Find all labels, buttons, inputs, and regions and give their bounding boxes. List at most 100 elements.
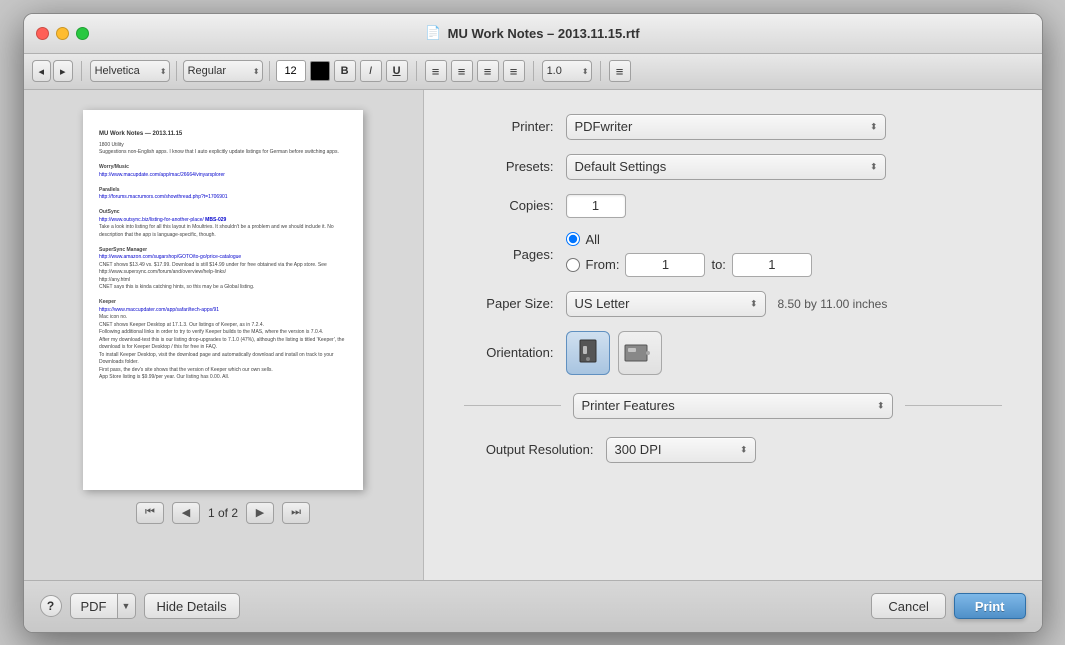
pdf-btn-group: PDF ▼ <box>70 593 136 619</box>
printer-features-select[interactable]: Printer Features <box>573 393 893 419</box>
presets-label: Presets: <box>464 159 554 174</box>
page-indicator: 1 of 2 <box>208 506 238 520</box>
output-resolution-label: Output Resolution: <box>464 442 594 457</box>
divider-left <box>464 405 561 406</box>
title-bar: 📄 MU Work Notes – 2013.11.15.rtf <box>24 14 1042 54</box>
doc-icon: 📄 <box>425 25 441 41</box>
pages-label: Pages: <box>464 247 554 262</box>
prev-page-button[interactable]: ◀ <box>172 502 200 524</box>
pages-all-label: All <box>586 232 600 247</box>
output-resolution-select[interactable]: 300 DPI <box>606 437 756 463</box>
printer-select[interactable]: PDFwriter <box>566 114 886 140</box>
window-title: 📄 MU Work Notes – 2013.11.15.rtf <box>425 25 639 41</box>
presets-select-wrapper: Default Settings <box>566 154 886 180</box>
paper-size-row: Paper Size: US Letter 8.50 by 11.00 inch… <box>464 291 1002 317</box>
printer-control: PDFwriter <box>566 114 886 140</box>
hide-details-button[interactable]: Hide Details <box>144 593 240 619</box>
paper-size-control: US Letter 8.50 by 11.00 inches <box>566 291 888 317</box>
pages-row: Pages: All From: to: <box>464 232 1002 277</box>
bold-button[interactable]: B <box>334 60 356 82</box>
font-style-select[interactable]: Regular <box>183 60 263 82</box>
align-right-button[interactable]: ≡ <box>477 60 499 82</box>
last-page-button[interactable]: ⏭ <box>282 502 310 524</box>
bottom-right-controls: Cancel Print <box>871 593 1025 619</box>
presets-control: Default Settings <box>566 154 886 180</box>
indent-decrease-button[interactable]: ◂ <box>32 60 52 82</box>
main-content: MU Work Notes — 2013.11.15 1800 Utility … <box>24 90 1042 580</box>
help-button[interactable]: ? <box>40 595 62 617</box>
orientation-row: Orientation: <box>464 331 1002 375</box>
pages-from-input[interactable] <box>625 253 705 277</box>
preview-title: MU Work Notes — 2013.11.15 <box>99 130 347 138</box>
toolbar-separator-1 <box>81 61 82 81</box>
pages-to-input[interactable] <box>732 253 812 277</box>
underline-button[interactable]: U <box>386 60 408 82</box>
presets-row: Presets: Default Settings <box>464 154 1002 180</box>
maximize-button[interactable] <box>76 27 89 40</box>
text-color-swatch[interactable] <box>310 61 330 81</box>
pages-from-row: From: to: <box>566 253 812 277</box>
pages-from-radio[interactable] <box>566 258 580 272</box>
font-size-input[interactable] <box>276 60 306 82</box>
cancel-button[interactable]: Cancel <box>871 593 945 619</box>
preview-panel: MU Work Notes — 2013.11.15 1800 Utility … <box>24 90 424 580</box>
next-page-button[interactable]: ▶ <box>246 502 274 524</box>
orientation-label: Orientation: <box>464 345 554 360</box>
font-name-select[interactable]: Helvetica <box>90 60 170 82</box>
printer-label: Printer: <box>464 119 554 134</box>
print-button[interactable]: Print <box>954 593 1026 619</box>
page-preview: MU Work Notes — 2013.11.15 1800 Utility … <box>83 110 363 490</box>
pages-all-row: All <box>566 232 812 247</box>
copies-label: Copies: <box>464 198 554 213</box>
landscape-button[interactable] <box>618 331 662 375</box>
toolbar-separator-3 <box>269 61 270 81</box>
toolbar: ◂ ▸ Helvetica Regular B I U ≡ ≡ ≡ <box>24 54 1042 90</box>
line-spacing-wrapper: 1.0 <box>542 60 592 82</box>
toolbar-separator-6 <box>600 61 601 81</box>
close-button[interactable] <box>36 27 49 40</box>
justify-button[interactable]: ≡ <box>503 60 525 82</box>
page-navigation: ⏮ ◀ 1 of 2 ▶ ⏭ <box>136 502 310 524</box>
indent-group: ◂ ▸ <box>32 60 73 82</box>
paper-size-select[interactable]: US Letter <box>566 291 766 317</box>
copies-row: Copies: <box>464 194 1002 218</box>
pages-all-radio[interactable] <box>566 232 580 246</box>
traffic-lights <box>36 27 89 40</box>
printer-select-wrapper: PDFwriter <box>566 114 886 140</box>
pdf-dropdown-button[interactable]: ▼ <box>118 593 136 619</box>
toolbar-separator-4 <box>416 61 417 81</box>
font-group: Helvetica Regular <box>90 60 306 82</box>
printer-row: Printer: PDFwriter <box>464 114 1002 140</box>
toolbar-separator-2 <box>176 61 177 81</box>
pages-radio-group: All From: to: <box>566 232 812 277</box>
italic-button[interactable]: I <box>360 60 382 82</box>
printer-features-divider-row: Printer Features <box>464 393 1002 419</box>
font-style-wrapper: Regular <box>183 60 263 82</box>
paper-size-desc: 8.50 by 11.00 inches <box>778 297 888 311</box>
bottom-left-controls: ? PDF ▼ Hide Details <box>40 593 240 619</box>
output-resolution-select-wrapper: 300 DPI <box>606 437 756 463</box>
pages-from-label: From: <box>586 257 620 272</box>
orientation-group <box>566 331 662 375</box>
line-spacing-select[interactable]: 1.0 <box>542 60 592 82</box>
align-center-button[interactable]: ≡ <box>451 60 473 82</box>
main-window: 📄 MU Work Notes – 2013.11.15.rtf ◂ ▸ Hel… <box>23 13 1043 633</box>
list-button[interactable]: ≡ <box>609 60 631 82</box>
printer-features-wrapper: Printer Features <box>573 393 893 419</box>
toolbar-separator-5 <box>533 61 534 81</box>
copies-input[interactable] <box>566 194 626 218</box>
output-resolution-row: Output Resolution: 300 DPI <box>464 437 1002 463</box>
presets-select[interactable]: Default Settings <box>566 154 886 180</box>
paper-size-select-wrapper: US Letter <box>566 291 766 317</box>
indent-increase-button[interactable]: ▸ <box>53 60 73 82</box>
portrait-button[interactable] <box>566 331 610 375</box>
minimize-button[interactable] <box>56 27 69 40</box>
first-page-button[interactable]: ⏮ <box>136 502 164 524</box>
font-name-wrapper: Helvetica <box>90 60 170 82</box>
divider-right <box>905 405 1002 406</box>
align-left-button[interactable]: ≡ <box>425 60 447 82</box>
preview-content: 1800 Utility Suggestions non-English app… <box>99 142 347 382</box>
bottom-bar: ? PDF ▼ Hide Details Cancel Print <box>24 580 1042 632</box>
pdf-button[interactable]: PDF <box>70 593 118 619</box>
paper-size-label: Paper Size: <box>464 296 554 311</box>
